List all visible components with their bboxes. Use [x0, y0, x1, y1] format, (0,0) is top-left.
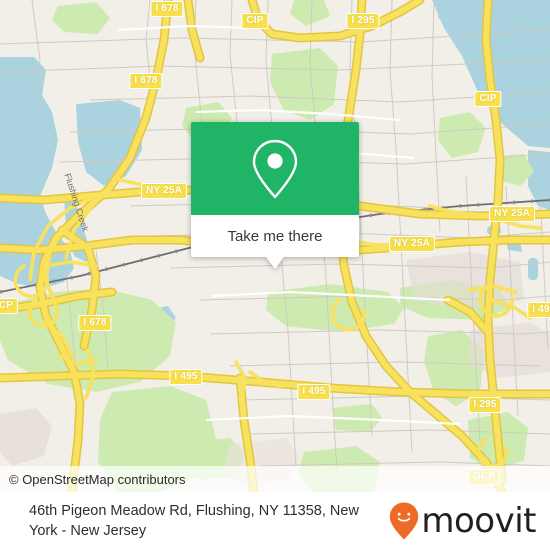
- shield-cip-top: CIP: [241, 13, 269, 29]
- moovit-brand[interactable]: moovit: [389, 502, 536, 540]
- map-screenshot: I 678 CIP I 295 I 678 CIP NY 25A NY 25A …: [0, 0, 550, 550]
- shield-cip-right: CIP: [474, 91, 502, 107]
- moovit-wordmark: moovit: [421, 501, 536, 541]
- moovit-smiley-pin-icon: [390, 502, 419, 540]
- footer-bar: 46th Pigeon Meadow Rd, Flushing, NY 1135…: [0, 492, 550, 550]
- shield-i678-mid: I 678: [129, 73, 163, 89]
- shield-i295-top: I 295: [346, 13, 380, 29]
- shield-ny25a-center: NY 25A: [388, 236, 436, 252]
- map-pin-icon: [252, 139, 298, 198]
- shield-cp-left: CP: [0, 298, 19, 314]
- address-text: 46th Pigeon Meadow Rd, Flushing, NY 1135…: [29, 503, 359, 539]
- popup-tail-pointer: [266, 257, 284, 269]
- shield-ny25a-right: NY 25A: [488, 206, 536, 222]
- take-me-there-label: Take me there: [227, 227, 323, 245]
- shield-i49-right: I 49: [527, 302, 550, 318]
- shield-ny25a-left: NY 25A: [140, 183, 188, 199]
- popup-pin-panel: [191, 122, 359, 215]
- shield-i295-bottom: I 295: [468, 397, 502, 413]
- osm-attribution-bar: © OpenStreetMap contributors: [0, 466, 550, 492]
- osm-attribution-text: © OpenStreetMap contributors: [9, 471, 186, 487]
- popup-action-panel[interactable]: Take me there: [191, 215, 359, 257]
- shield-i495-center: I 495: [297, 384, 331, 400]
- shield-i678-bottom: I 678: [78, 315, 112, 331]
- take-me-there-popup[interactable]: Take me there: [191, 122, 359, 269]
- shield-i495-left: I 495: [169, 369, 203, 385]
- shield-i678-top: I 678: [150, 1, 184, 17]
- map-canvas[interactable]: I 678 CIP I 295 I 678 CIP NY 25A NY 25A …: [0, 0, 550, 492]
